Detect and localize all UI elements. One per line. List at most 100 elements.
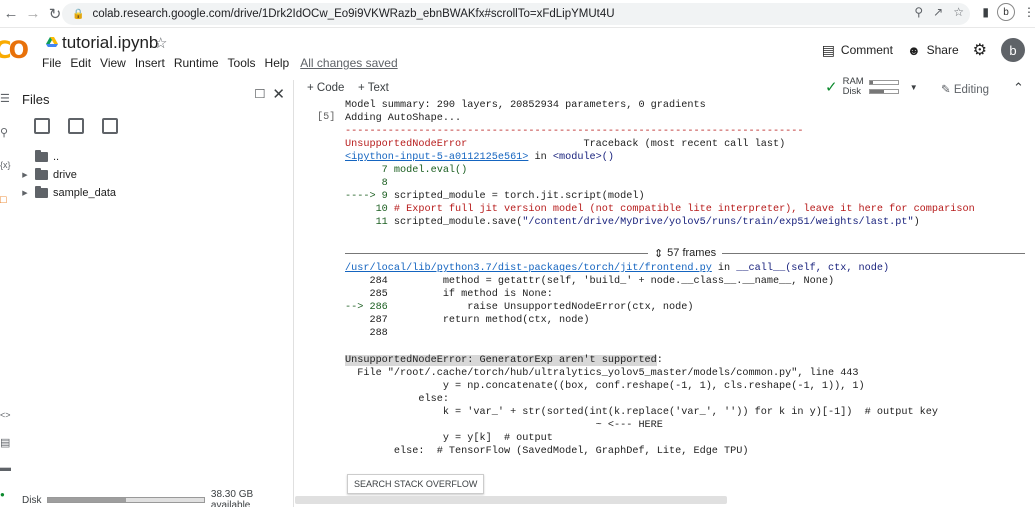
disk-usage-bar: [47, 497, 205, 503]
tree-item-label: ..: [53, 151, 60, 163]
menu-help[interactable]: Help: [265, 56, 297, 70]
settings-gear-icon[interactable]: ⚙: [973, 40, 987, 60]
url-text: colab.research.google.com/drive/1Drk2IdO…: [92, 8, 615, 20]
connected-check-icon: ✓: [825, 79, 838, 96]
search-icon[interactable]: ⚲: [0, 126, 8, 139]
share-button[interactable]: ☻ Share: [907, 43, 959, 58]
traceback-line: 8: [345, 178, 388, 189]
file-tree: .. ▶ drive ▶ sample_data: [20, 148, 116, 202]
disk-bar: [868, 89, 899, 94]
tree-item-parent[interactable]: ..: [20, 148, 116, 166]
comment-button[interactable]: ▤ Comment: [822, 42, 893, 59]
colab-header: CO tutorial.ipynb ☆ File Edit View Inser…: [0, 28, 1035, 74]
menu-tools[interactable]: Tools: [228, 56, 263, 70]
people-icon: ☻: [906, 42, 921, 58]
pencil-icon: ✎: [941, 84, 951, 96]
share-page-icon[interactable]: ↗: [933, 5, 943, 19]
sidebar-toggle-icon[interactable]: ▮: [982, 5, 989, 19]
browser-menu-icon[interactable]: ⋮: [1023, 5, 1035, 19]
close-icon[interactable]: ✕: [272, 85, 285, 103]
menu-icon[interactable]: ☰: [0, 92, 10, 105]
folder-up-icon: [35, 150, 48, 162]
cell-output: [5] Model summary: 290 layers, 20852934 …: [295, 100, 1035, 507]
editing-label: Editing: [953, 84, 990, 96]
notebook-title[interactable]: tutorial.ipynb: [62, 33, 158, 53]
resources-indicator[interactable]: ✓ RAM Disk ▼: [825, 77, 918, 97]
code-snippets-icon[interactable]: {x}: [0, 160, 11, 170]
mount-drive-icon[interactable]: [102, 118, 118, 134]
chevron-up-icon[interactable]: ⌃: [1013, 80, 1024, 96]
browser-toolbar: ← → ↻ 🔒 colab.research.google.com/drive/…: [0, 0, 1035, 28]
ipython-link[interactable]: <ipython-input-5-a0112125e561>: [345, 152, 528, 163]
traceback-line: 284 method = getattr(self, 'build_' + no…: [345, 276, 835, 287]
add-text-button[interactable]: + Text: [358, 82, 389, 94]
notebook-toolbar: + Code + Text ✓ RAM Disk ▼ ✎ Editing ⌃: [295, 77, 1035, 102]
horizontal-scrollbar[interactable]: [295, 496, 727, 504]
menu-runtime[interactable]: Runtime: [174, 56, 226, 70]
tree-item-label: drive: [53, 169, 77, 181]
menu-view[interactable]: View: [100, 56, 133, 70]
traceback-line: ----> 9 scripted_module = torch.jit.scri…: [345, 191, 645, 202]
dropdown-arrow-icon[interactable]: ▼: [910, 83, 918, 92]
folder-icon: [35, 186, 48, 198]
caret-right-icon[interactable]: ▶: [20, 171, 30, 179]
folder-icon[interactable]: □: [0, 194, 7, 206]
torchscript-trace-line: File "/root/.cache/torch/hub/ultralytics…: [345, 368, 859, 379]
traceback-line: 10 # Export full jit version model (not …: [345, 204, 975, 215]
tree-item-sample-data[interactable]: ▶ sample_data: [20, 184, 116, 202]
add-code-button[interactable]: + Code: [307, 82, 344, 94]
console-icon[interactable]: ▬: [0, 462, 11, 474]
menu-insert[interactable]: Insert: [135, 56, 172, 70]
open-in-tab-icon[interactable]: □: [255, 85, 264, 103]
colab-logo[interactable]: CO: [0, 36, 29, 64]
share-label: Share: [926, 43, 959, 57]
files-panel-title: Files: [22, 92, 50, 107]
star-icon[interactable]: ☆: [154, 34, 167, 52]
final-error-message: UnsupportedNodeError: GeneratorExp aren'…: [345, 355, 663, 366]
traceback-line: 285 if method is None:: [345, 289, 553, 300]
user-avatar[interactable]: b: [1001, 38, 1025, 62]
status-dot-icon: ●: [0, 490, 5, 499]
traceback-separator: ----------------------------------------…: [345, 126, 804, 137]
editing-mode-button[interactable]: ✎ Editing: [941, 82, 989, 96]
frontend-link[interactable]: /usr/local/lib/python3.7/dist-packages/t…: [345, 263, 712, 274]
traceback-location: <ipython-input-5-a0112125e561> in <modul…: [345, 152, 615, 163]
disk-label: Disk: [22, 494, 42, 506]
left-rail: ☰ ⚲ {x} □ <> ▤ ▬ ●: [0, 80, 14, 507]
upload-icon[interactable]: [34, 118, 50, 134]
lock-icon: 🔒: [72, 8, 85, 20]
execution-count: [5]: [317, 112, 336, 123]
expand-collapse-icon: ⇕: [653, 247, 664, 260]
tree-item-drive[interactable]: ▶ drive: [20, 166, 116, 184]
tree-item-label: sample_data: [53, 187, 116, 199]
traceback-location: /usr/local/lib/python3.7/dist-packages/t…: [345, 263, 890, 274]
files-panel: Files □ ✕ .. ▶ drive ▶ sample_data Disk …: [14, 80, 294, 507]
variables-icon[interactable]: <>: [0, 410, 11, 420]
google-drive-icon: [46, 37, 58, 47]
output-line: Model summary: 290 layers, 20852934 para…: [345, 100, 706, 111]
address-bar[interactable]: 🔒 colab.research.google.com/drive/1Drk2I…: [62, 3, 970, 25]
torchscript-trace-line: y = np.concatenate((box, conf.reshape(-1…: [345, 381, 865, 392]
menu-edit[interactable]: Edit: [70, 56, 98, 70]
menu-file[interactable]: File: [42, 56, 68, 70]
collapsed-frames[interactable]: ⇕ 57 frames: [345, 245, 1026, 261]
terminal-icon[interactable]: ▤: [0, 436, 10, 449]
browser-profile-avatar[interactable]: b: [997, 3, 1015, 21]
caret-right-icon[interactable]: ▶: [20, 189, 30, 197]
torchscript-trace-line: ~ <--- HERE: [345, 420, 663, 431]
refresh-folder-icon[interactable]: [68, 118, 84, 134]
search-stack-overflow-button[interactable]: SEARCH STACK OVERFLOW: [347, 474, 485, 494]
frames-count: 57 frames: [667, 247, 717, 259]
disk-label: Disk: [842, 86, 862, 97]
zoom-icon[interactable]: ⚲: [914, 5, 923, 19]
traceback-line: --> 286 raise UnsupportedNodeError(ctx, …: [345, 302, 694, 313]
menu-bar: File Edit View Insert Runtime Tools Help…: [42, 56, 398, 70]
traceback-line: 288: [345, 328, 388, 339]
back-icon[interactable]: ←: [0, 3, 22, 25]
save-status[interactable]: All changes saved: [300, 56, 397, 70]
forward-icon[interactable]: →: [22, 3, 44, 25]
torchscript-trace-line: else:: [345, 394, 449, 405]
output-line: Adding AutoShape...: [345, 113, 462, 124]
bookmark-star-icon[interactable]: ☆: [953, 5, 964, 19]
traceback-line: 11 scripted_module.save("/content/drive/…: [345, 217, 920, 228]
